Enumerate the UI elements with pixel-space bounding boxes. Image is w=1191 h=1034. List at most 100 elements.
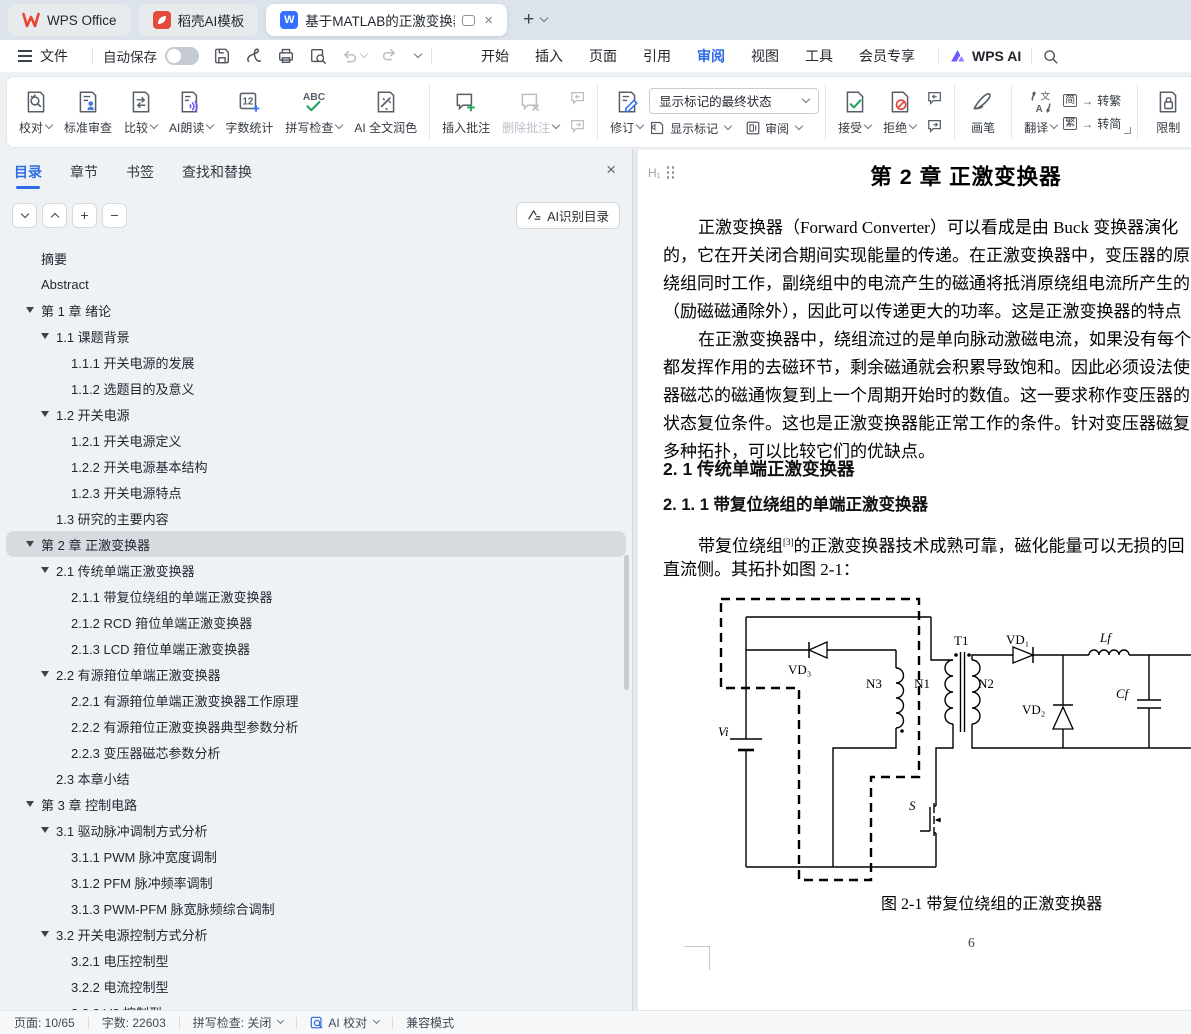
word-count-indicator[interactable]: 字数: 22603 — [102, 1014, 166, 1031]
toc-item[interactable]: 1.1.2 选题目的及意义 — [6, 375, 626, 401]
sidebar-tab-1[interactable]: 章节 — [70, 158, 98, 186]
collapse-all-button[interactable] — [42, 203, 67, 228]
review-pane-button[interactable]: 审阅 — [745, 120, 802, 137]
file-menu[interactable]: 文件 — [40, 46, 68, 66]
new-tab-button[interactable]: + — [523, 9, 534, 31]
toc-expand-arrow[interactable] — [41, 411, 49, 417]
autosave-toggle[interactable] — [165, 47, 199, 65]
toc-expand-arrow[interactable] — [41, 671, 49, 677]
ink-brush-button[interactable]: 画笔 — [961, 86, 1005, 139]
next-comment-button[interactable] — [567, 116, 589, 136]
toc-item[interactable]: 1.1 课题背景 — [6, 323, 626, 349]
toc-item[interactable]: 2.1.2 RCD 箝位单端正激变换器 — [6, 609, 626, 635]
markup-state-dropdown[interactable]: 显示标记的最终状态 — [649, 88, 819, 114]
redo-button[interactable] — [381, 46, 398, 66]
menu-tab-1[interactable]: 插入 — [522, 41, 576, 71]
proofread-button[interactable]: 校对 — [13, 86, 58, 139]
toc-item[interactable]: 3.2.1 电压控制型 — [6, 947, 626, 973]
ai-polish-button[interactable]: AI 全文润色 — [348, 86, 423, 139]
print-icon[interactable] — [277, 47, 295, 65]
to-simplified-button[interactable]: 繁→ 转简 — [1063, 115, 1121, 132]
menu-tab-7[interactable]: 会员专享 — [846, 41, 928, 71]
toc-expand-arrow[interactable] — [26, 307, 34, 313]
toc-item[interactable]: 1.3 研究的主要内容 — [6, 505, 626, 531]
close-sidebar-icon[interactable]: × — [606, 160, 616, 180]
toc-expand-arrow[interactable] — [26, 541, 34, 547]
toc-item[interactable]: 2.2.2 有源箝位正激变换器典型参数分析 — [6, 713, 626, 739]
toc-expand-arrow[interactable] — [41, 827, 49, 833]
zoom-in-toc-button[interactable]: + — [72, 203, 97, 228]
wps-ai-button[interactable]: WPS AI — [949, 48, 1021, 65]
tab-docer-templates[interactable]: 稻壳AI模板 — [139, 4, 259, 36]
delete-comment-button[interactable]: 删除批注 — [496, 86, 565, 139]
toc-item[interactable]: 第 2 章 正激变换器 — [6, 531, 626, 557]
hamburger-icon[interactable] — [18, 55, 32, 57]
tab-current-document[interactable]: W 基于MATLAB的正激变换器的 × — [266, 4, 507, 36]
document-page[interactable]: H₁ 第 2 章 正激变换器 正激变换器（Forward Converter）可… — [638, 150, 1191, 1010]
previous-change-button[interactable] — [924, 88, 946, 108]
toc-item[interactable]: Abstract — [6, 271, 626, 297]
doc-window-icon[interactable] — [462, 15, 475, 26]
standard-review-button[interactable]: 标准审查 — [58, 86, 118, 139]
toc-item[interactable]: 1.2.3 开关电源特点 — [6, 479, 626, 505]
ai-read-aloud-button[interactable]: AI朗读 — [163, 86, 219, 139]
quick-access-more-icon[interactable] — [414, 50, 422, 58]
tab-list-chevron-icon[interactable] — [540, 14, 548, 22]
expand-all-button[interactable] — [12, 203, 37, 228]
toc-expand-arrow[interactable] — [41, 333, 49, 339]
toc-item[interactable]: 1.2.2 开关电源基本结构 — [6, 453, 626, 479]
reject-change-button[interactable]: 拒绝 — [877, 86, 922, 139]
toc-item[interactable]: 1.1.1 开关电源的发展 — [6, 349, 626, 375]
menu-tab-5[interactable]: 视图 — [738, 41, 792, 71]
previous-comment-button[interactable] — [567, 88, 589, 108]
undo-button[interactable] — [341, 48, 367, 65]
toc-item[interactable]: 3.1.1 PWM 脉冲宽度调制 — [6, 843, 626, 869]
to-traditional-button[interactable]: 简→ 转繁 — [1063, 92, 1121, 109]
zoom-out-toc-button[interactable]: − — [102, 203, 127, 228]
toc-item[interactable]: 2.3 本章小结 — [6, 765, 626, 791]
toc-expand-arrow[interactable] — [41, 567, 49, 573]
track-changes-button[interactable]: 修订 — [604, 86, 649, 139]
toc-item[interactable]: 3.1 驱动脉冲调制方式分析 — [6, 817, 626, 843]
menu-tab-0[interactable]: 开始 — [468, 41, 522, 71]
menu-tab-2[interactable]: 页面 — [576, 41, 630, 71]
toc-item[interactable]: 3.2.3 V2 控制型 — [6, 999, 626, 1010]
toc-expand-arrow[interactable] — [26, 801, 34, 807]
close-tab-icon[interactable]: × — [484, 13, 493, 28]
toc-item[interactable]: 3.1.2 PFM 脉冲频率调制 — [6, 869, 626, 895]
search-icon[interactable] — [1042, 48, 1059, 65]
spell-check-button[interactable]: ABC 拼写检查 — [279, 86, 348, 139]
restrict-editing-button[interactable]: 限制 — [1146, 86, 1190, 139]
spellcheck-status[interactable]: 拼写检查: 关闭 — [193, 1014, 284, 1031]
toc-expand-arrow[interactable] — [41, 931, 49, 937]
toc-item[interactable]: 2.2.3 变压器磁芯参数分析 — [6, 739, 626, 765]
toc-item[interactable]: 3.2 开关电源控制方式分析 — [6, 921, 626, 947]
toc-item[interactable]: 2.1.1 带复位绕组的单端正激变换器 — [6, 583, 626, 609]
menu-tab-4[interactable]: 审阅 — [684, 41, 738, 71]
toc-item[interactable]: 第 3 章 控制电路 — [6, 791, 626, 817]
toc-item[interactable]: 2.1.3 LCD 箝位单端正激变换器 — [6, 635, 626, 661]
compare-button[interactable]: 比较 — [118, 86, 163, 139]
toc-item[interactable]: 摘要 — [6, 245, 626, 271]
sidebar-tab-2[interactable]: 书签 — [126, 158, 154, 186]
toc-item[interactable]: 2.2 有源箝位单端正激变换器 — [6, 661, 626, 687]
dialog-launcher-icon[interactable] — [1124, 127, 1131, 134]
toc-item[interactable]: 3.1.3 PWM-PFM 脉宽脉频综合调制 — [6, 895, 626, 921]
toc-item[interactable]: 3.2.2 电流控制型 — [6, 973, 626, 999]
translate-button[interactable]: A文 翻译 — [1018, 86, 1063, 139]
toc-item[interactable]: 1.2.1 开关电源定义 — [6, 427, 626, 453]
next-change-button[interactable] — [924, 116, 946, 136]
toc-item[interactable]: 2.2.1 有源箝位单端正激变换器工作原理 — [6, 687, 626, 713]
sidebar-tab-3[interactable]: 查找和替换 — [182, 158, 252, 186]
print-preview-icon[interactable] — [309, 47, 327, 65]
toc-item[interactable]: 第 1 章 绪论 — [6, 297, 626, 323]
word-count-button[interactable]: 12 字数统计 — [219, 86, 279, 139]
ai-proofread-status[interactable]: AI 校对 — [310, 1014, 379, 1031]
sidebar-scrollbar[interactable] — [624, 555, 629, 690]
ai-recognize-toc-button[interactable]: AI识别目录 — [516, 202, 620, 229]
page-indicator[interactable]: 页面: 10/65 — [14, 1014, 75, 1031]
save-icon[interactable] — [213, 47, 231, 65]
menu-tab-6[interactable]: 工具 — [792, 41, 846, 71]
accept-change-button[interactable]: 接受 — [832, 86, 877, 139]
insert-comment-button[interactable]: 插入批注 — [436, 86, 496, 139]
